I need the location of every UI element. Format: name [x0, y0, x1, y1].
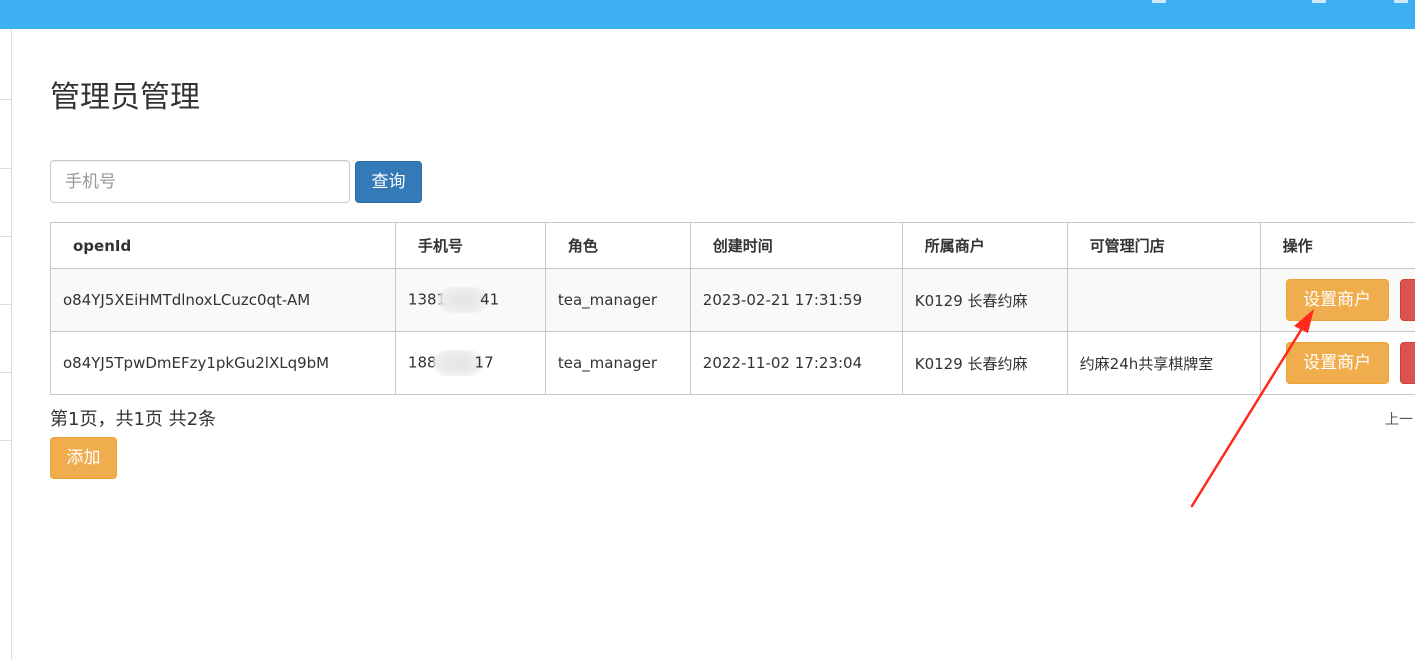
- phone-suffix: 17: [474, 353, 494, 372]
- cell-role: tea_manager: [544, 268, 691, 332]
- page-title: 管理员管理: [50, 80, 200, 115]
- pagination-prev-link[interactable]: 上一: [1385, 410, 1415, 430]
- set-merchant-button[interactable]: 设置商户: [1285, 279, 1389, 321]
- sidebar-divider: [0, 168, 11, 169]
- delete-button[interactable]: [1399, 279, 1415, 321]
- add-button[interactable]: 添加: [50, 437, 117, 479]
- column-header-phone: 手机号: [394, 222, 546, 269]
- column-header-openid: openId: [50, 222, 396, 269]
- cell-openid: o84YJ5XEiHMTdlnoxLCuzc0qt-AM: [50, 268, 396, 332]
- delete-button[interactable]: [1399, 342, 1415, 384]
- table-header-row: openId 手机号 角色 创建时间 所属商户 可管理门店 操作: [50, 222, 1415, 269]
- column-header-role: 角色: [544, 222, 691, 269]
- cell-phone: 188 17: [394, 331, 546, 395]
- cell-phone: 1381 41: [394, 268, 546, 332]
- sidebar-divider: [0, 304, 11, 305]
- cell-stores: 约麻24h共享棋牌室: [1066, 331, 1261, 395]
- admin-table: openId 手机号 角色 创建时间 所属商户 可管理门店 操作 o84YJ5X…: [50, 222, 1415, 395]
- set-merchant-button[interactable]: 设置商户: [1285, 342, 1389, 384]
- sidebar-divider: [0, 236, 11, 237]
- column-header-created: 创建时间: [689, 222, 903, 269]
- phone-suffix: 41: [480, 290, 500, 309]
- column-header-merchant: 所属商户: [901, 222, 1068, 269]
- cell-actions: 设置商户: [1259, 331, 1415, 395]
- navbar-menu-icon[interactable]: [1152, 0, 1166, 3]
- query-button[interactable]: 查询: [355, 161, 422, 203]
- pagination-summary: 第1页，共1页 共2条: [50, 409, 217, 430]
- cell-created: 2022-11-02 17:23:04: [689, 331, 903, 395]
- sidebar-divider: [0, 440, 11, 441]
- cell-stores: [1066, 268, 1261, 332]
- table-row: o84YJ5XEiHMTdlnoxLCuzc0qt-AM 1381 41 tea_…: [50, 268, 1415, 332]
- column-header-stores: 可管理门店: [1066, 222, 1261, 269]
- navbar-settings-icon[interactable]: [1394, 0, 1408, 3]
- phone-search-input[interactable]: [50, 160, 350, 203]
- table-row: o84YJ5TpwDmEFzy1pkGu2lXLq9bM 188 17 tea_m…: [50, 331, 1415, 395]
- sidebar-divider: [0, 372, 11, 373]
- column-header-actions: 操作: [1259, 222, 1415, 269]
- sidebar-rail: [0, 29, 12, 660]
- cell-created: 2023-02-21 17:31:59: [689, 268, 903, 332]
- navbar-user-icon[interactable]: [1312, 0, 1326, 3]
- cell-role: tea_manager: [544, 331, 691, 395]
- top-navbar: [0, 0, 1415, 29]
- cell-merchant: K0129 长春约麻: [901, 331, 1068, 395]
- cell-openid: o84YJ5TpwDmEFzy1pkGu2lXLq9bM: [50, 331, 396, 395]
- sidebar-divider: [0, 99, 11, 100]
- cell-merchant: K0129 长春约麻: [901, 268, 1068, 332]
- cell-actions: 设置商户: [1259, 268, 1415, 332]
